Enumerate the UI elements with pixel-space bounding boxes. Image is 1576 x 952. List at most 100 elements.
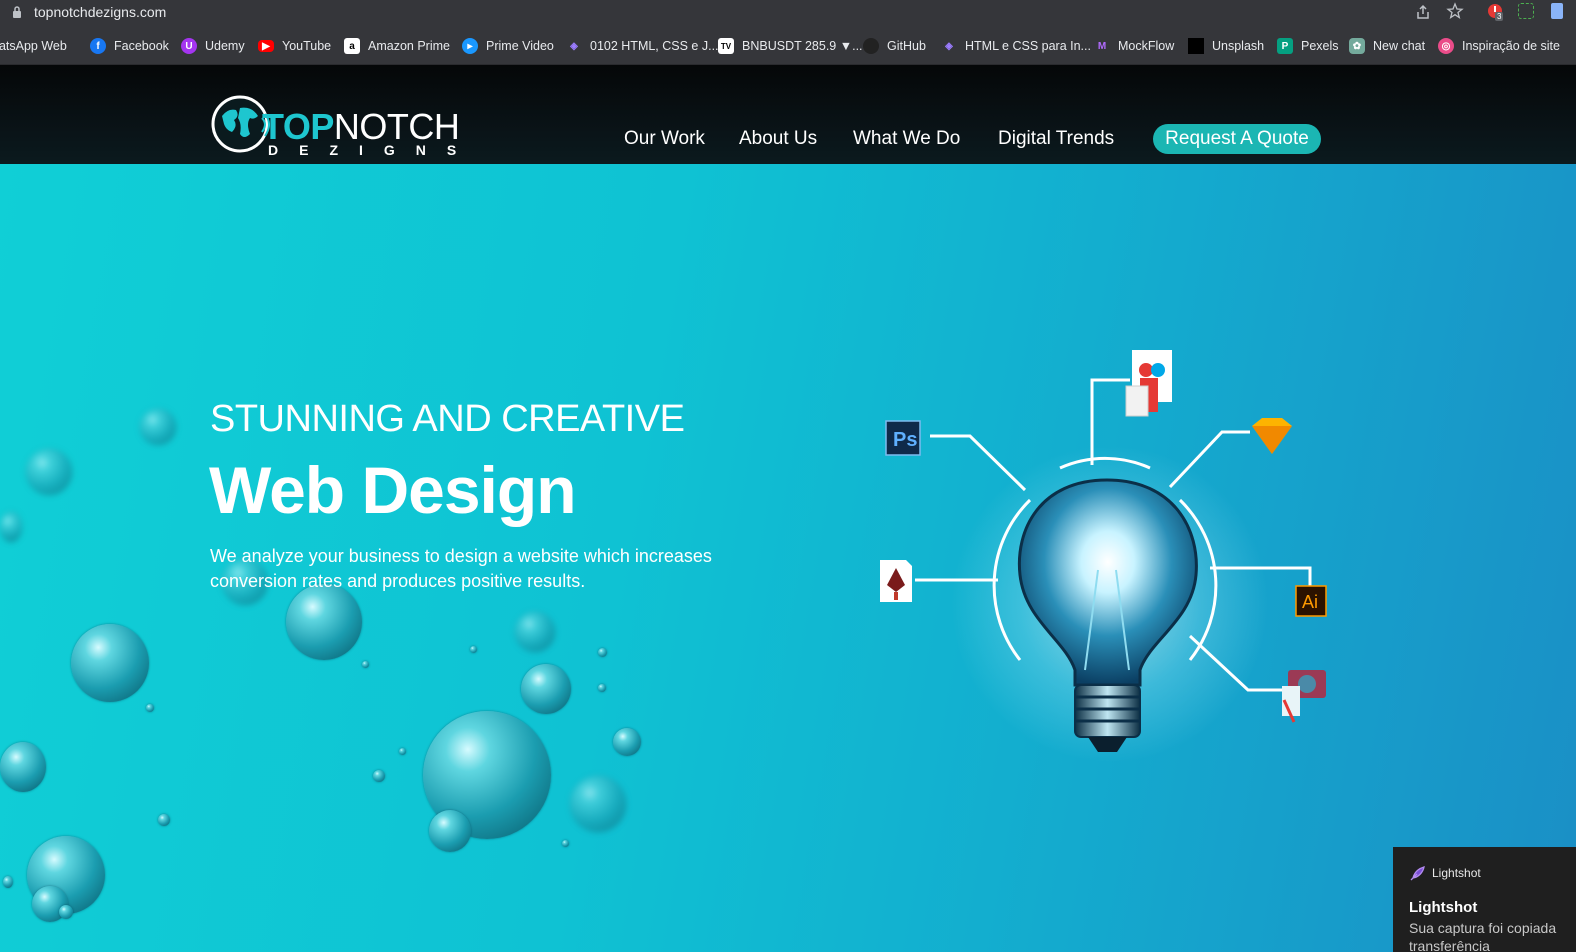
bookmarks-bar: hatsApp Web f Facebook U Udemy ▶ YouTube aA…: [0, 25, 1576, 65]
nav-our-work[interactable]: Our Work: [624, 128, 705, 150]
feather-icon: [1410, 866, 1425, 881]
bubble: [59, 905, 73, 919]
bookmark-github[interactable]: GitHub: [863, 37, 926, 55]
youtube-icon: ▶: [258, 40, 274, 52]
logo-notch-text: NOTCH: [333, 106, 460, 147]
extension-badge: 3: [1495, 12, 1504, 21]
bubble: [0, 742, 46, 792]
hero-title: Web Design: [209, 453, 577, 527]
bookmark-alura-2[interactable]: ◈ HTML e CSS para In...: [941, 37, 1091, 55]
bubble: [140, 409, 176, 445]
svg-text:Ai: Ai: [1302, 592, 1318, 612]
bookmark-star-icon[interactable]: [1446, 2, 1464, 20]
unsplash-icon: [1188, 38, 1204, 54]
alura-icon: ◈: [570, 40, 578, 52]
alura-icon: ◈: [945, 40, 953, 52]
logo-subtext: DEZIGNS: [268, 142, 478, 158]
bookmark-label: Prime Video: [486, 39, 554, 53]
lightbulb-icon: [1017, 478, 1198, 687]
globe-logo-icon[interactable]: [210, 94, 270, 154]
udemy-icon: U: [181, 38, 197, 54]
bubble: [3, 876, 13, 888]
photoshop-icon: Ps: [885, 420, 921, 456]
bookmark-label: hatsApp Web: [0, 39, 67, 53]
github-icon: [863, 38, 879, 54]
bookmark-youtube[interactable]: ▶ YouTube: [258, 37, 331, 55]
bookmark-facebook[interactable]: f Facebook: [90, 37, 169, 55]
bookmark-label: YouTube: [282, 39, 332, 53]
address-bar: topnotchdezigns.com 3: [0, 0, 1576, 25]
bookmark-pexels[interactable]: P Pexels: [1277, 37, 1339, 55]
bubble: [598, 684, 606, 692]
prime-video-icon: ▸: [462, 38, 478, 54]
bookmark-label: New chat: [1373, 39, 1426, 53]
nav-what-we-do[interactable]: What We Do: [853, 128, 960, 150]
bubble: [71, 624, 149, 702]
bubble: [373, 770, 385, 782]
bookmark-label: Pexels: [1301, 39, 1339, 53]
screenshot-extension-icon[interactable]: [1518, 3, 1534, 19]
bubble: [570, 776, 626, 832]
bookmark-amazon-prime[interactable]: a Amazon Prime: [344, 37, 450, 55]
sidebar-extension-icon[interactable]: [1551, 3, 1563, 19]
bookmark-inspiracao[interactable]: ◎ Inspiração de site: [1438, 37, 1560, 55]
lightbulb-illustration: Ps Ai: [880, 350, 1327, 752]
request-quote-button[interactable]: Request A Quote: [1153, 124, 1321, 154]
dribbble-icon: ◎: [1438, 38, 1454, 54]
bookmark-label: Facebook: [114, 39, 169, 53]
share-icon[interactable]: [1414, 3, 1432, 21]
bubble: [0, 512, 22, 542]
bubble: [562, 840, 569, 847]
bubble: [515, 612, 555, 652]
tradingview-icon: TV: [718, 38, 734, 54]
bubble: [521, 664, 571, 714]
camera-icon: [1282, 670, 1326, 723]
pen-tool-icon: [880, 560, 912, 602]
bookmark-prime-video[interactable]: ▸ Prime Video: [462, 37, 554, 55]
lock-icon: [13, 6, 21, 18]
bubble: [470, 646, 477, 653]
logo-top-text: TOP: [262, 106, 334, 147]
nav-digital-trends[interactable]: Digital Trends: [998, 128, 1114, 150]
bubble: [399, 748, 406, 755]
bookmark-alura-1[interactable]: ◈ 0102 HTML, CSS e J...: [566, 37, 719, 55]
bubble: [146, 704, 154, 712]
toast-title: Lightshot: [1409, 899, 1478, 916]
bookmark-label: Amazon Prime: [368, 39, 450, 53]
svg-text:Ps: Ps: [893, 429, 917, 451]
amazon-icon: a: [344, 38, 360, 54]
bubble: [362, 661, 369, 668]
bookmark-label: GitHub: [887, 39, 926, 53]
nav-about-us[interactable]: About Us: [739, 128, 817, 150]
bookmark-label: BNBUSDT 285.9 ▼...: [742, 39, 863, 53]
bubble: [158, 814, 170, 826]
bubble: [598, 648, 607, 657]
bubble: [26, 449, 72, 495]
toast-message: Sua captura foi copiada transferência: [1409, 920, 1557, 952]
document-icon: [1125, 350, 1172, 417]
bookmark-new-chat[interactable]: ✿ New chat: [1349, 37, 1425, 55]
bookmark-mockflow[interactable]: M MockFlow: [1094, 37, 1174, 55]
bookmark-label: Unsplash: [1212, 39, 1265, 53]
chatgpt-icon: ✿: [1349, 38, 1365, 54]
bookmark-tradingview[interactable]: TV BNBUSDT 285.9 ▼...: [718, 37, 863, 55]
bookmark-label: HTML e CSS para In...: [965, 39, 1091, 53]
bookmark-label: 0102 HTML, CSS e J...: [590, 39, 719, 53]
bookmark-label: MockFlow: [1118, 39, 1175, 53]
bookmark-whatsapp[interactable]: hatsApp Web: [0, 37, 67, 55]
bookmark-unsplash[interactable]: Unsplash: [1188, 37, 1264, 55]
sketch-icon: [1252, 418, 1292, 454]
bubble: [613, 728, 641, 756]
hero-kicker: STUNNING AND CREATIVE: [210, 398, 685, 440]
url-field[interactable]: topnotchdezigns.com: [34, 4, 166, 20]
illustrator-icon: Ai: [1295, 585, 1327, 617]
bookmark-label: Udemy: [205, 39, 245, 53]
facebook-icon: f: [90, 38, 106, 54]
bubble: [286, 584, 362, 660]
pexels-icon: P: [1277, 38, 1293, 54]
toast-app-name: Lightshot: [1432, 866, 1481, 880]
bubble: [429, 810, 471, 852]
bookmark-udemy[interactable]: U Udemy: [181, 37, 245, 55]
bookmark-label: Inspiração de site: [1462, 39, 1560, 53]
mockflow-icon: M: [1097, 40, 1107, 52]
